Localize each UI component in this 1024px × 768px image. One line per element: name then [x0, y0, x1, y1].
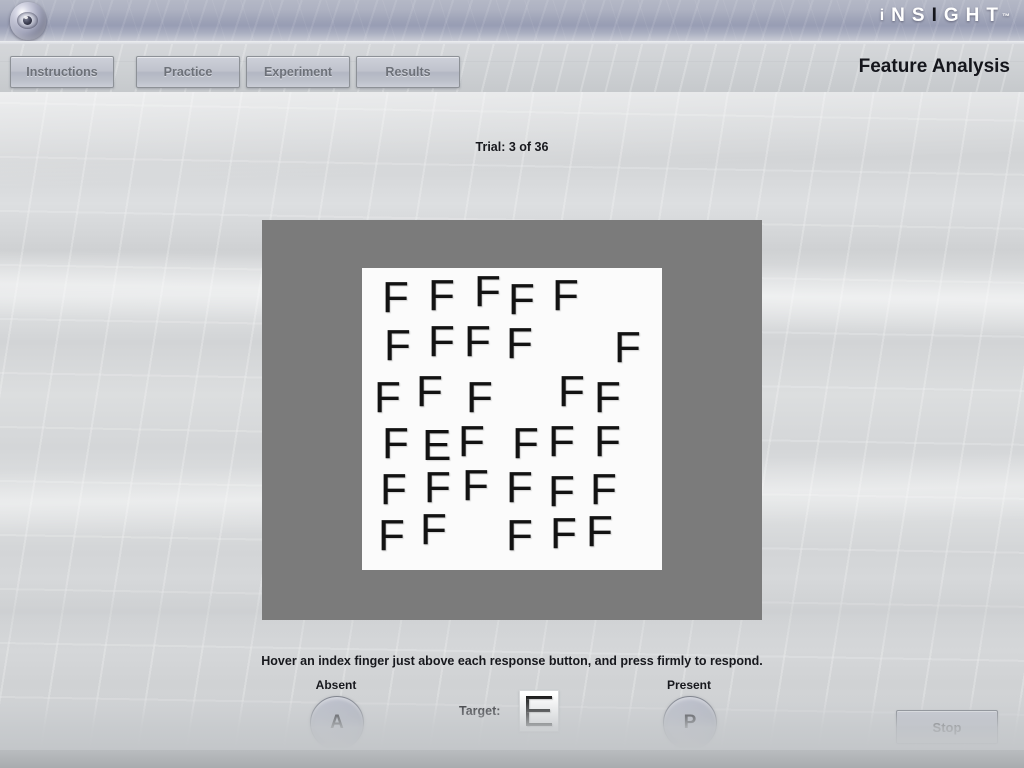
brand-letter-4: G: [943, 5, 959, 26]
tab-practice[interactable]: Practice: [136, 56, 240, 88]
stimulus-distractor-letter: F: [420, 505, 447, 554]
stimulus-distractor-letter: F: [384, 321, 411, 370]
stimulus-panel: FFFFFFFFFFFFFFFFEFFFFFFFFFFFFFFF: [262, 220, 762, 620]
trial-counter: Trial: 3 of 36: [475, 140, 549, 154]
eye-glint: [24, 16, 28, 19]
stimulus-distractor-letter: F: [590, 465, 617, 514]
page-title: Feature Analysis: [858, 56, 1010, 77]
stimulus-distractor-letter: F: [458, 417, 485, 466]
stimulus-distractor-letter: F: [548, 467, 575, 516]
stimulus-distractor-letter: F: [466, 373, 493, 422]
stimulus-target-letter: E: [422, 421, 452, 470]
stimulus-distractor-letter: F: [586, 507, 613, 556]
stimulus-distractor-letter: F: [550, 509, 577, 558]
stimulus-distractor-letter: F: [464, 317, 491, 366]
stimulus-distractor-letter: F: [614, 323, 641, 372]
header-texture-secondary: [0, 0, 1024, 44]
brand-wordmark: i N S I G H T ™: [880, 4, 1010, 28]
application-window: i N S I G H T ™ Instructions Practice Ex…: [0, 0, 1024, 768]
stimulus-distractor-letter: F: [382, 273, 409, 322]
stimulus-distractor-letter: F: [512, 419, 539, 468]
stimulus-distractor-letter: F: [506, 463, 533, 512]
stimulus-distractor-letter: F: [594, 373, 621, 422]
stimulus-distractor-letter: F: [552, 271, 579, 320]
stimulus-distractor-letter: F: [428, 271, 455, 320]
response-hint: Hover an index finger just above each re…: [261, 654, 763, 668]
main-stage: Trial: 3 of 36 FFFFFFFFFFFFFFFFEFFFFFFFF…: [0, 92, 1024, 750]
eye-iris: [17, 12, 38, 29]
stage-bottom-shading: [0, 694, 1024, 750]
stimulus-distractor-letter: F: [548, 417, 575, 466]
stimulus-distractor-letter: F: [428, 317, 455, 366]
stimulus-field[interactable]: FFFFFFFFFFFFFFFFEFFFFFFFFFFFFFFF: [362, 268, 662, 570]
brand-letter-3: I: [931, 5, 937, 26]
header-bar: i N S I G H T ™: [0, 0, 1024, 44]
eye-icon: [10, 2, 46, 40]
tab-instructions[interactable]: Instructions: [10, 56, 114, 88]
brand-letter-2: S: [911, 5, 925, 26]
stimulus-distractor-letter: F: [474, 267, 501, 316]
present-caption: Present: [666, 678, 712, 692]
stimulus-distractor-letter: F: [506, 511, 533, 560]
application-footer: [0, 750, 1024, 768]
brand-letter-5: H: [965, 5, 980, 26]
stimulus-distractor-letter: F: [382, 419, 409, 468]
stimulus-distractor-letter: F: [424, 463, 451, 512]
absent-caption: Absent: [315, 678, 357, 692]
stimulus-distractor-letter: F: [462, 461, 489, 510]
stimulus-distractor-letter: F: [374, 373, 401, 422]
stimulus-distractor-letter: F: [378, 511, 405, 560]
stimulus-distractor-letter: F: [594, 417, 621, 466]
stimulus-distractor-letter: F: [416, 367, 443, 416]
brand-letter-6: T: [986, 5, 998, 26]
stimulus-distractor-letter: F: [506, 319, 533, 368]
stimulus-distractor-letter: F: [508, 275, 535, 324]
tab-experiment[interactable]: Experiment: [246, 56, 350, 88]
brand-letter-1: N: [891, 5, 905, 26]
stimulus-distractor-letter: F: [558, 367, 585, 416]
trademark-symbol: ™: [1002, 11, 1010, 21]
brand-letter-0: i: [879, 7, 885, 24]
tab-results[interactable]: Results: [356, 56, 460, 88]
stimulus-distractor-letter: F: [380, 465, 407, 514]
